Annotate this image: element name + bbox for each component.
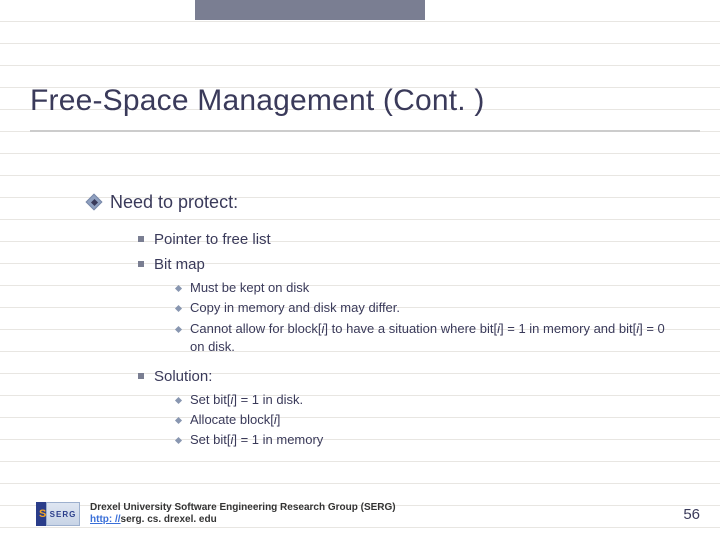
bullet-level3: Allocate block[i] [176,411,680,429]
bullet-level2: Pointer to free list [138,229,680,250]
serg-logo: S SERG [36,502,80,526]
bullet-level3: Set bit[i] = 1 in memory [176,431,680,449]
level3-text: Allocate block[i] [190,411,680,429]
level3-text: Set bit[i] = 1 in memory [190,431,680,449]
bullet-level2: Solution: [138,366,680,387]
diamond-dot-icon [175,326,182,333]
logo-rect: SERG [46,502,80,526]
square-bullet-icon [138,236,144,242]
diamond-bullet-icon [88,196,100,208]
t: ] = 1 in disk. [233,392,303,407]
bullet-level3: Must be kept on disk [176,279,680,297]
top-accent-bar [195,0,425,20]
title-underline [30,130,700,132]
t: Set bit[ [190,432,230,447]
bullet-level1: Need to protect: [88,190,680,215]
slide-content: Need to protect: Pointer to free list Bi… [88,190,680,460]
square-bullet-icon [138,373,144,379]
footer-link[interactable]: http: // [90,514,121,525]
level3-text: Must be kept on disk [190,279,680,297]
footer: S SERG Drexel University Software Engine… [36,502,700,526]
t: Allocate block[ [190,412,274,427]
level3-text: Cannot allow for block[i] to have a situ… [190,320,680,356]
level3-list-solution: Set bit[i] = 1 in disk. Allocate block[i… [176,391,680,450]
diamond-dot-icon [175,285,182,292]
diamond-dot-icon [175,437,182,444]
level2-text: Bit map [154,254,205,275]
diamond-dot-icon [175,305,182,312]
square-bullet-icon [138,261,144,267]
level1-text: Need to protect: [110,190,238,215]
diamond-dot-icon [175,397,182,404]
footer-link-rest: serg. cs. drexel. edu [121,514,217,525]
t: ] = 1 in memory and bit[ [500,321,636,336]
footer-text: Drexel University Software Engineering R… [90,502,396,526]
level3-list-bitmap: Must be kept on disk Copy in memory and … [176,279,680,356]
diamond-dot-icon [175,417,182,424]
page-number: 56 [683,506,700,523]
bullet-level3: Copy in memory and disk may differ. [176,299,680,317]
level2-text: Pointer to free list [154,229,271,250]
bullet-level2: Bit map [138,254,680,275]
t: Set bit[ [190,392,230,407]
t: ] [277,412,281,427]
level3-text: Copy in memory and disk may differ. [190,299,680,317]
t: ] = 1 in memory [233,432,323,447]
bullet-level3: Set bit[i] = 1 in disk. [176,391,680,409]
level3-text: Set bit[i] = 1 in disk. [190,391,680,409]
level2-text: Solution: [154,366,212,387]
level2-list: Pointer to free list Bit map [138,229,680,275]
bullet-level3: Cannot allow for block[i] to have a situ… [176,320,680,356]
t: ] to have a situation where bit[ [324,321,497,336]
footer-line1: Drexel University Software Engineering R… [90,502,396,513]
level2-list: Solution: [138,366,680,387]
t: Cannot allow for block[ [190,321,322,336]
slide-title: Free-Space Management (Cont. ) [30,84,485,118]
